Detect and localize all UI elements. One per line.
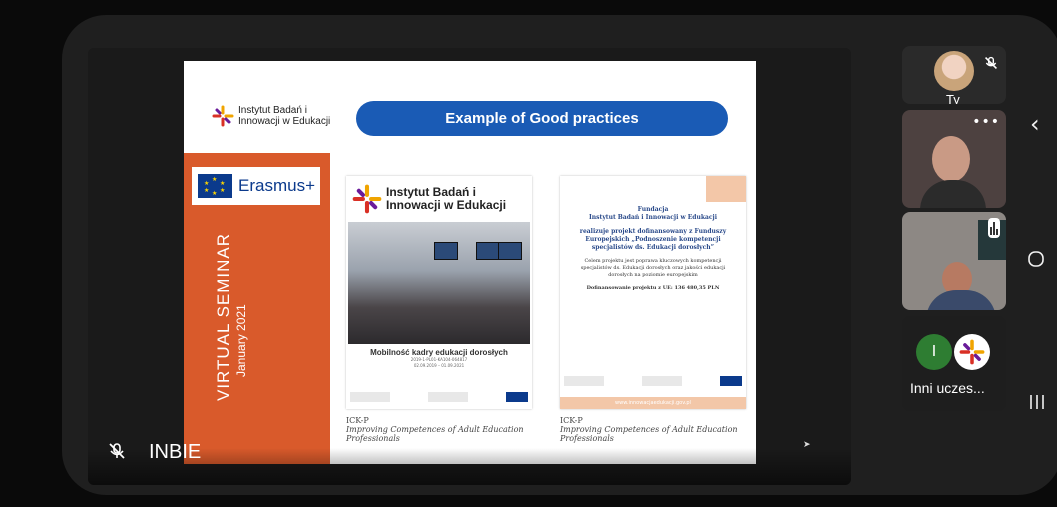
speaking-indicator-icon	[988, 218, 1000, 238]
mic-off-icon	[108, 442, 126, 465]
others-label: Inni uczes...	[910, 380, 985, 396]
seminar-vertical-label: VIRTUAL SEMINAR January 2021	[214, 233, 248, 401]
note1-text1: Improving Competences of Adult Education	[346, 425, 524, 434]
presenter-overlay	[88, 448, 851, 485]
note2-text2: Professionals	[560, 434, 614, 443]
seminar-date: January 2021	[234, 304, 248, 377]
participant-tile-2[interactable]	[902, 212, 1006, 310]
participant-body	[926, 290, 996, 310]
card2-title1: Fundacja	[637, 206, 669, 213]
institute-star-icon	[352, 184, 382, 214]
card2-line1: realizuje projekt dofinansowany z Fundus…	[579, 228, 727, 235]
participant-face	[932, 136, 970, 182]
card2-corner	[706, 176, 746, 202]
seminar-title: VIRTUAL SEMINAR	[214, 232, 233, 401]
eu-flag-icon: ★ ★ ★ ★ ★ ★	[198, 174, 232, 198]
note1-code: ICK-P	[346, 416, 369, 425]
participant-body	[920, 180, 986, 208]
institute-name-line1: Instytut Badań i	[238, 105, 307, 116]
card2-website: www.innowacjaedukacji.gov.pl	[615, 400, 691, 406]
institute-star-icon	[959, 339, 985, 365]
card2-line2: Europejskich „Podnoszenie kompetencji	[585, 236, 721, 243]
others-initial-avatar: I	[916, 334, 952, 370]
card2-line3: specjalistów ds. Edukacji dorosłych”	[591, 244, 715, 251]
institute-logo: Instytut Badań i Innowacji w Edukacji	[212, 105, 330, 127]
card2-amount: Dofinansowanie projektu z UE: 136 480,35…	[586, 285, 720, 291]
back-nav-icon[interactable]: ‹	[1030, 110, 1040, 138]
mic-off-icon	[984, 56, 998, 74]
home-nav-icon[interactable]	[1027, 250, 1045, 272]
institute-star-icon	[212, 105, 234, 127]
pointer-cursor-icon: ➤	[803, 440, 811, 450]
card2-description: Celem projektu jest poprawa kluczowych k…	[580, 258, 726, 278]
card2-funding-logos	[564, 373, 742, 389]
project-card-2: Fundacja Instytut Badań i Innowacji w Ed…	[560, 176, 746, 409]
note2-code: ICK-P	[560, 416, 583, 425]
card2-title2: Instytut Badań i Innowacji w Edukacji	[589, 214, 717, 221]
self-avatar	[934, 51, 974, 91]
erasmus-logo: ★ ★ ★ ★ ★ ★ Erasmus+	[192, 167, 320, 205]
card1-funding-logos	[350, 389, 528, 405]
recents-nav-icon[interactable]	[1028, 393, 1046, 415]
slide-banner-title: Example of Good practices	[356, 101, 728, 136]
card1-brand-line2: Innowacji w Edukacji	[386, 198, 507, 212]
card2-footer: www.innowacjaedukacji.gov.pl	[560, 397, 746, 409]
card1-caption: Mobilność kadry edukacji dorosłych	[370, 348, 508, 357]
note2-text1: Improving Competences of Adult Education	[560, 425, 738, 434]
self-tile[interactable]: Ty	[902, 46, 1006, 104]
presenter-name: INBIE	[149, 441, 202, 463]
shared-slide: Instytut Badań i Innowacji w Edukacji ★ ★…	[184, 61, 756, 464]
others-tile[interactable]	[902, 316, 1006, 411]
others-logo-avatar	[954, 334, 990, 370]
note1-text2: Professionals	[346, 434, 400, 443]
self-label: Ty	[946, 92, 960, 104]
main-video[interactable]: Instytut Badań i Innowacji w Edukacji ★ ★…	[88, 48, 851, 485]
meeting-photo	[348, 222, 530, 344]
more-options-icon[interactable]: •••	[972, 114, 1000, 130]
institute-name-line2: Innowacji w Edukacji	[238, 116, 331, 127]
erasmus-label: Erasmus+	[238, 176, 315, 195]
project-card-1: Instytut Badań i Innowacji w Edukacji Mo…	[346, 176, 532, 409]
card1-dates: 02.09.2019 – 01.09.2021	[413, 363, 465, 368]
participant-tile-1[interactable]: •••	[902, 110, 1006, 208]
